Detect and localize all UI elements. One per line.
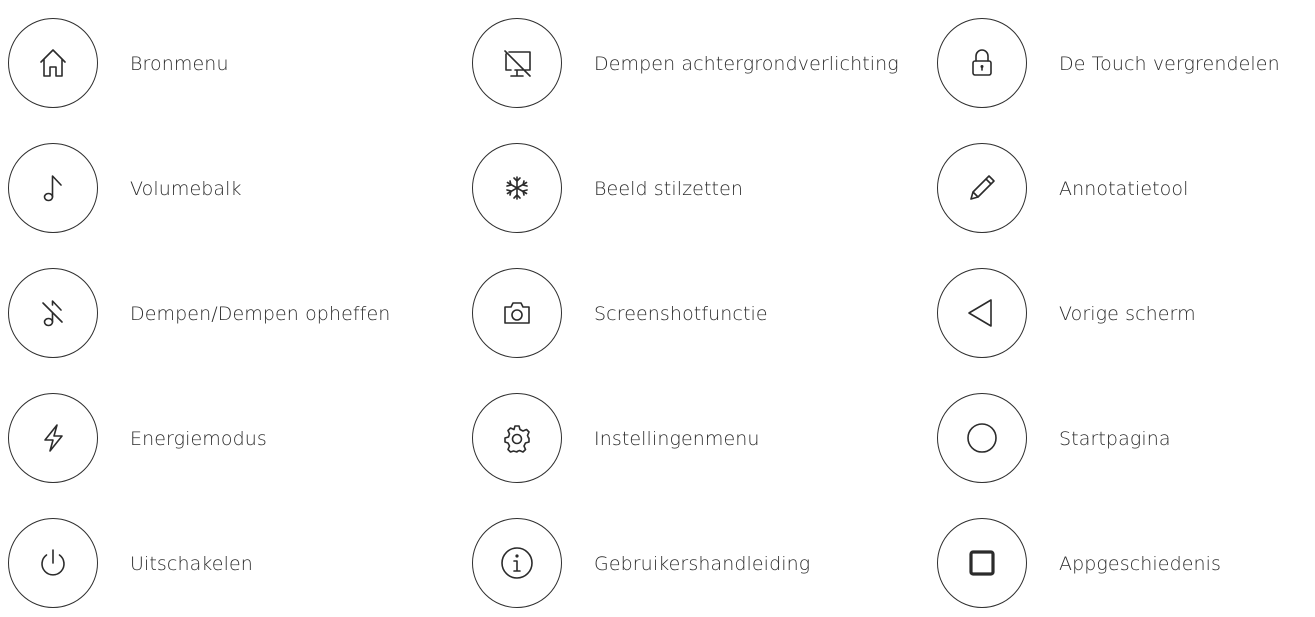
beeld-stilzetten-button[interactable] xyxy=(472,143,562,233)
volumebalk-button[interactable] xyxy=(8,143,98,233)
instellingenmenu-button[interactable] xyxy=(472,393,562,483)
info-icon xyxy=(501,547,533,579)
dempen-button[interactable] xyxy=(8,268,98,358)
item-label: Gebruikershandleiding xyxy=(594,553,811,575)
item-label: Vorige scherm xyxy=(1059,303,1196,325)
uitschakelen-button[interactable] xyxy=(8,518,98,608)
item-label: Uitschakelen xyxy=(130,553,253,575)
item-label: Beeld stilzetten xyxy=(594,178,743,200)
item-label: Instellingenmenu xyxy=(594,428,760,450)
screenshotfunctie-button[interactable] xyxy=(472,268,562,358)
item-label: Screenshotfunctie xyxy=(594,303,768,325)
bronmenu-button[interactable] xyxy=(8,18,98,108)
dempen-achtergrondverlichting-button[interactable] xyxy=(472,18,562,108)
item-label: Energiemodus xyxy=(130,428,267,450)
lightning-icon xyxy=(44,424,63,452)
gear-icon xyxy=(504,425,530,453)
vorige-scherm-button[interactable] xyxy=(937,268,1027,358)
circle-home-icon xyxy=(967,423,997,453)
monitor-off-icon xyxy=(504,50,531,77)
music-note-icon xyxy=(43,175,62,202)
pencil-icon xyxy=(970,175,995,200)
square-icon xyxy=(969,550,995,576)
camera-icon xyxy=(504,302,530,324)
annotatietool-button[interactable] xyxy=(937,143,1027,233)
startpagina-button[interactable] xyxy=(937,393,1027,483)
gebruikershandleiding-button[interactable] xyxy=(472,518,562,608)
snowflake-icon xyxy=(506,176,528,200)
de-touch-vergrendelen-button[interactable] xyxy=(937,18,1027,108)
triangle-back-icon xyxy=(968,299,992,327)
lock-icon xyxy=(972,49,992,76)
power-icon xyxy=(41,549,65,576)
item-label: Startpagina xyxy=(1059,428,1171,450)
energiemodus-button[interactable] xyxy=(8,393,98,483)
appgeschiedenis-button[interactable] xyxy=(937,518,1027,608)
item-label: De Touch vergrendelen xyxy=(1059,53,1280,75)
music-note-off-icon xyxy=(42,300,63,327)
home-icon xyxy=(40,49,66,77)
item-label: Appgeschiedenis xyxy=(1059,553,1222,575)
item-label: Volumebalk xyxy=(130,178,242,200)
item-label: Dempen/Dempen opheffen xyxy=(130,303,391,325)
item-label: Dempen achtergrondverlichting xyxy=(594,53,899,75)
item-label: Annotatietool xyxy=(1059,178,1189,200)
item-label: Bronmenu xyxy=(130,53,229,75)
